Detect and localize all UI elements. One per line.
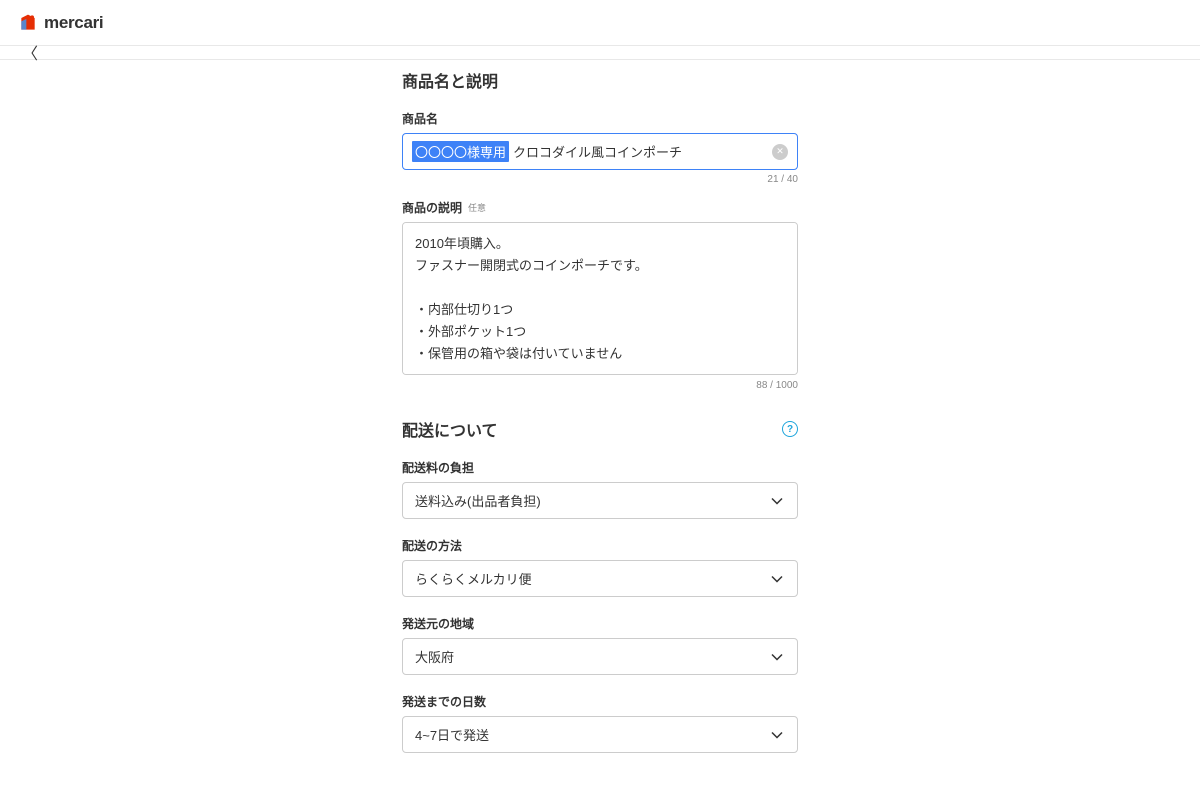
product-desc-label: 商品の説明 任意: [402, 199, 798, 216]
shipping-fee-label: 配送料の負担: [402, 459, 798, 476]
name-char-counter: 21 / 40: [402, 174, 798, 185]
shipping-days-label: 発送までの日数: [402, 693, 798, 710]
shipping-method-select[interactable]: らくらくメルカリ便: [402, 560, 798, 597]
app-header: mercari: [0, 0, 1200, 46]
shipping-method-label: 配送の方法: [402, 537, 798, 554]
chevron-down-icon: [771, 497, 783, 504]
logo[interactable]: mercari: [18, 13, 103, 33]
shipping-method-field: 配送の方法 らくらくメルカリ便: [402, 537, 798, 597]
clear-input-icon[interactable]: [772, 144, 788, 160]
product-name-input[interactable]: [402, 133, 798, 170]
product-name-label: 商品名: [402, 110, 798, 127]
mercari-logo-icon: [18, 13, 38, 33]
shipping-fee-select[interactable]: 送料込み(出品者負担): [402, 482, 798, 519]
shipping-region-select[interactable]: 大阪府: [402, 638, 798, 675]
listing-form: 商品名と説明 商品名 〇〇〇〇様専用 クロコダイル風コインポーチ 21 / 40…: [402, 60, 798, 793]
help-icon[interactable]: ?: [782, 421, 798, 437]
product-desc-field: 商品の説明 任意 88 / 1000: [402, 199, 798, 391]
chevron-down-icon: [771, 653, 783, 660]
subheader: 〈: [0, 46, 1200, 60]
shipping-fee-field: 配送料の負担 送料込み(出品者負担): [402, 459, 798, 519]
back-chevron-icon[interactable]: 〈: [22, 40, 38, 64]
product-name-field: 商品名 〇〇〇〇様専用 クロコダイル風コインポーチ 21 / 40: [402, 110, 798, 185]
shipping-days-select[interactable]: 4~7日で発送: [402, 716, 798, 753]
shipping-region-label: 発送元の地域: [402, 615, 798, 632]
shipping-region-field: 発送元の地域 大阪府: [402, 615, 798, 675]
brand-name: mercari: [44, 13, 103, 33]
chevron-down-icon: [771, 731, 783, 738]
section-title-shipping: 配送について: [402, 417, 498, 441]
desc-char-counter: 88 / 1000: [402, 380, 798, 391]
optional-badge: 任意: [468, 201, 486, 214]
shipping-days-field: 発送までの日数 4~7日で発送: [402, 693, 798, 753]
section-title-name-desc: 商品名と説明: [402, 68, 798, 92]
product-desc-textarea[interactable]: [402, 222, 798, 375]
chevron-down-icon: [771, 575, 783, 582]
